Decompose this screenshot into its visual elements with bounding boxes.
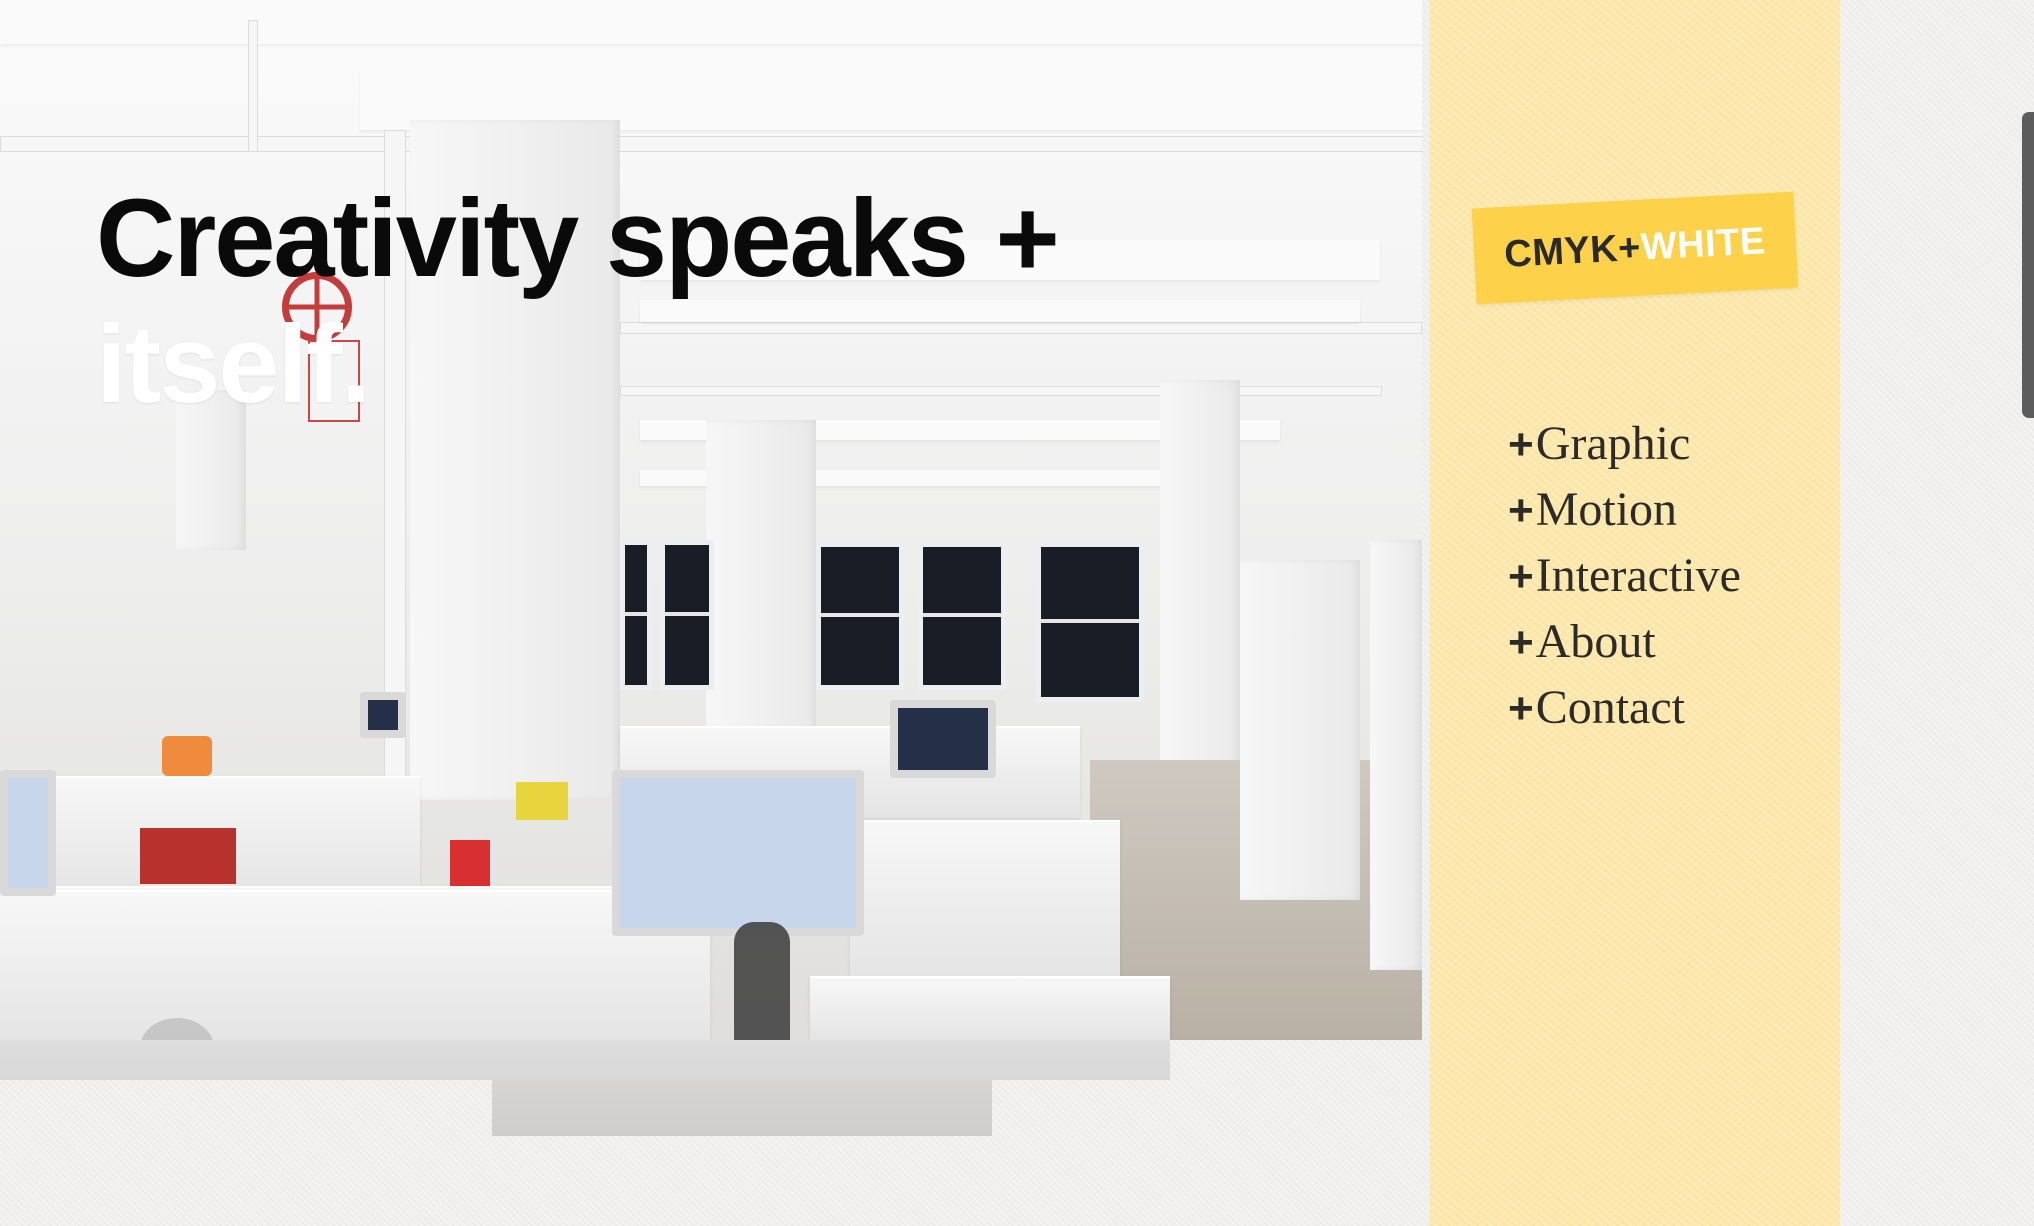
plus-icon: + xyxy=(1508,486,1534,535)
nav-item-label: Contact xyxy=(1535,681,1685,734)
logo-text-cmyk: CMYK xyxy=(1503,227,1620,276)
main-nav: + Graphic + Motion + Interactive + About… xyxy=(1508,416,1741,746)
nav-item-about[interactable]: + About xyxy=(1508,614,1741,680)
headline-line-1: Creativity speaks + xyxy=(96,177,1060,300)
scrollbar-thumb[interactable] xyxy=(2022,112,2034,418)
nav-item-label: Interactive xyxy=(1535,549,1741,602)
nav-item-label: Graphic xyxy=(1535,417,1691,470)
nav-item-interactive[interactable]: + Interactive xyxy=(1508,548,1741,614)
nav-item-graphic[interactable]: + Graphic xyxy=(1508,416,1741,482)
office-photo-lower-block xyxy=(0,1040,1170,1080)
hero-section: Creativity speaks + itself. xyxy=(0,0,1422,1136)
nav-item-contact[interactable]: + Contact xyxy=(1508,680,1741,746)
office-photo xyxy=(0,0,1422,1040)
office-photo-lower-block xyxy=(492,1080,992,1136)
logo-plus-icon: + xyxy=(1617,226,1642,270)
plus-icon: + xyxy=(1508,618,1534,667)
nav-item-label: About xyxy=(1535,615,1656,668)
nav-item-label: Motion xyxy=(1535,483,1678,536)
plus-icon: + xyxy=(1508,552,1534,601)
plus-icon: + xyxy=(1508,684,1534,733)
logo-text-white: WHITE xyxy=(1639,219,1767,269)
office-chair xyxy=(734,922,790,1040)
hero-headline: Creativity speaks + itself. xyxy=(96,176,1060,428)
nav-item-motion[interactable]: + Motion xyxy=(1508,482,1741,548)
headline-line-2: itself. xyxy=(96,303,371,426)
cmyk-white-logo[interactable]: CMYK+WHITE xyxy=(1471,191,1799,305)
plus-icon: + xyxy=(1508,420,1534,469)
